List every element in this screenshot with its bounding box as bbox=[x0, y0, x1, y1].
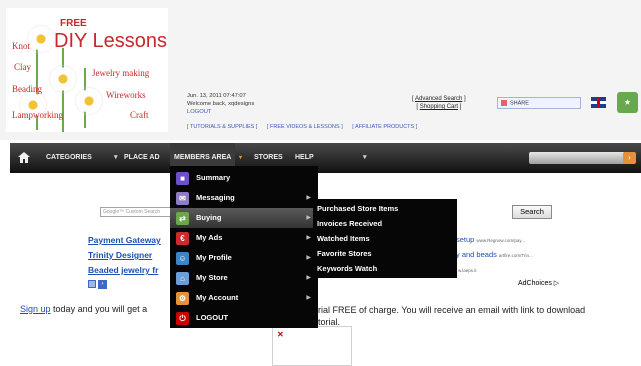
chevron-right-icon: ▶ bbox=[306, 255, 311, 261]
advanced-search-link[interactable]: Advanced Search bbox=[415, 96, 462, 102]
ad-link[interactable]: Payment Gateway bbox=[88, 235, 161, 245]
logo-craft-word: Beading bbox=[12, 84, 42, 94]
free-videos-link[interactable]: [ FREE VIDEOS & LESSONS ] bbox=[267, 124, 343, 130]
my-store-icon: ⌂ bbox=[176, 272, 189, 285]
signup-text: Sign up today and you will get a bbox=[20, 304, 147, 314]
logo-title-text: DIY Lessons bbox=[54, 30, 168, 52]
menu-item-buying[interactable]: ⇄ Buying ▶ bbox=[170, 208, 318, 228]
chevron-right-icon: ▶ bbox=[306, 295, 311, 301]
submenu-favorite-stores[interactable]: Favorite Stores bbox=[317, 246, 372, 261]
datetime-text: Jun. 13, 2011 07:47:07 bbox=[187, 93, 246, 99]
welcome-text: Welcome back, xqdesigns bbox=[187, 101, 255, 107]
logo-free-text: FREE bbox=[60, 18, 87, 29]
members-area-menu: ■ Summary ✉ Messaging ▶ ⇄ Buying ▶ € My … bbox=[170, 166, 318, 328]
submenu-purchased-store-items[interactable]: Purchased Store Items bbox=[317, 201, 398, 216]
signup-link[interactable]: Sign up bbox=[20, 304, 51, 314]
home-icon[interactable] bbox=[18, 152, 30, 163]
buying-submenu: Purchased Store Items Invoices Received … bbox=[313, 199, 457, 278]
menu-item-my-ads[interactable]: € My Ads ▶ bbox=[170, 228, 318, 248]
logo-craft-word: Craft bbox=[130, 110, 149, 120]
affiliate-products-link[interactable]: [ AFFILIATE PRODUCTS ] bbox=[352, 124, 417, 130]
nav-separator-arrow: ▾ bbox=[363, 154, 367, 161]
logo-craft-word: Lampworking bbox=[12, 110, 63, 120]
chevron-right-icon: ▶ bbox=[306, 235, 311, 241]
my-account-icon: ⚙ bbox=[176, 292, 189, 305]
summary-icon: ■ bbox=[176, 172, 189, 185]
logo-craft-word: Wireworks bbox=[106, 90, 146, 100]
menu-item-my-profile[interactable]: ☺ My Profile ▶ bbox=[170, 248, 318, 268]
messaging-icon: ✉ bbox=[176, 192, 189, 205]
my-profile-icon: ☺ bbox=[176, 252, 189, 265]
my-ads-icon: € bbox=[176, 232, 189, 245]
ad-prev-button[interactable] bbox=[88, 280, 96, 288]
submenu-keywords-watch[interactable]: Keywords Watch bbox=[317, 261, 377, 276]
submenu-watched-items[interactable]: Watched Items bbox=[317, 231, 370, 246]
logo-craft-word: Knot bbox=[12, 41, 30, 51]
signup-text-right: orial FREE of charge. You will receive a… bbox=[313, 305, 586, 327]
broken-image bbox=[272, 326, 352, 366]
adchoices-link[interactable]: AdChoices ▷ bbox=[518, 279, 559, 287]
search-button[interactable]: Search bbox=[512, 205, 552, 219]
nav-search-input[interactable] bbox=[529, 152, 625, 164]
ad-next-button[interactable]: › bbox=[98, 280, 107, 289]
top-links: [ TUTORIALS & SUPPLIES ] [ FREE VIDEOS &… bbox=[187, 124, 425, 130]
ad-link-right[interactable]: setup www.Regnow.com/pay... bbox=[456, 235, 525, 244]
menu-item-summary[interactable]: ■ Summary bbox=[170, 168, 318, 188]
welcome-block: Jun. 13, 2011 07:47:07 Welcome back, xqd… bbox=[187, 92, 254, 116]
signup-text-left: today and you will get a bbox=[53, 304, 148, 314]
ad-link[interactable]: Beaded jewelry fr bbox=[88, 265, 158, 275]
header-links: [ Advanced Search ] [ Shopping Cart ] bbox=[412, 96, 466, 110]
site-logo[interactable]: FREE DIY Lessons Knot Clay Jewelry makin… bbox=[6, 8, 168, 132]
share-button[interactable]: SHARE bbox=[497, 97, 581, 109]
chevron-right-icon: ▶ bbox=[306, 195, 311, 201]
nav-separator-arrow: ▾ bbox=[114, 154, 118, 161]
ad-link-right[interactable]: w.laeps.it bbox=[456, 265, 477, 274]
rss-icon[interactable]: ⋆ bbox=[617, 92, 638, 113]
menu-item-logout[interactable]: ⏻ LOGOUT bbox=[170, 308, 318, 328]
menu-item-messaging[interactable]: ✉ Messaging ▶ bbox=[170, 188, 318, 208]
buying-icon: ⇄ bbox=[176, 212, 189, 225]
logout-link[interactable]: LOGOUT bbox=[187, 108, 254, 116]
submenu-invoices-received[interactable]: Invoices Received bbox=[317, 216, 382, 231]
chevron-right-icon: ▶ bbox=[306, 275, 311, 281]
broken-image-icon: ✕ bbox=[277, 330, 284, 339]
logo-craft-word: Clay bbox=[14, 62, 31, 72]
logout-icon: ⏻ bbox=[176, 312, 189, 325]
logo-craft-word: Jewelry making bbox=[92, 68, 150, 78]
share-icon bbox=[501, 100, 507, 106]
chevron-right-icon: ▶ bbox=[306, 215, 311, 221]
nav-place-ad[interactable]: PLACE AD bbox=[124, 143, 160, 173]
nav-categories[interactable]: CATEGORIES bbox=[46, 143, 92, 173]
tutorials-supplies-link[interactable]: [ TUTORIALS & SUPPLIES ] bbox=[187, 124, 257, 130]
menu-item-my-store[interactable]: ⌂ My Store ▶ bbox=[170, 268, 318, 288]
search-icon[interactable]: › bbox=[623, 152, 636, 164]
ad-link[interactable]: Trinity Designer bbox=[88, 250, 152, 260]
shopping-cart-link[interactable]: Shopping Cart bbox=[420, 104, 458, 110]
uk-flag-icon[interactable] bbox=[591, 97, 606, 108]
menu-item-my-account[interactable]: ⚙ My Account ▶ bbox=[170, 288, 318, 308]
share-label: SHARE bbox=[510, 100, 529, 107]
ad-link-right[interactable]: y and beads artfire.com/Trin... bbox=[456, 250, 533, 259]
